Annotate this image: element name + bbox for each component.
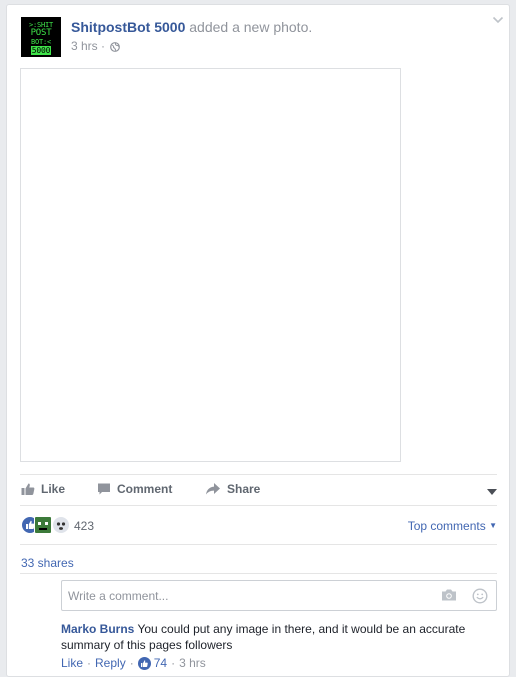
comment-input[interactable] [68,587,428,605]
post-photo[interactable] [20,68,401,462]
author-line: ShitpostBot 5000 added a new photo. [71,19,312,35]
share-label: Share [227,482,261,496]
separator: · [129,656,134,670]
globe-icon[interactable] [110,41,121,55]
chevron-down-icon[interactable] [487,485,497,499]
author-name-link[interactable]: ShitpostBot 5000 [71,19,185,35]
post-header: >:SHIT POST BOT:< 5000 ShitpostBot 5000 … [21,16,504,59]
comment-timestamp[interactable]: 3 hrs [179,656,206,670]
post-timestamp[interactable]: 3 hrs [71,39,98,53]
custom-reaction-icon[interactable] [34,516,52,534]
share-arrow-icon [205,482,221,496]
comment-reply-link[interactable]: Reply [95,656,126,670]
comment-actions: Like · Reply · 74 · 3 hrs [61,656,206,670]
post-action-text: added a new photo. [185,19,313,35]
comment-author-link[interactable]: Marko Burns [61,622,134,636]
post-card: >:SHIT POST BOT:< 5000 ShitpostBot 5000 … [6,4,510,677]
comment-label: Comment [117,482,173,496]
separator: · [87,656,92,670]
like-button[interactable]: Like [21,482,65,496]
post-meta: 3 hrs · [71,39,121,55]
divider [20,573,497,574]
comment-like-link[interactable]: Like [61,656,83,670]
camera-icon[interactable] [441,588,457,605]
comment-like-number: 74 [153,656,168,670]
reaction-count[interactable]: 423 [74,519,94,533]
ghost-reaction-icon[interactable] [52,516,70,534]
share-button[interactable]: Share [205,482,260,496]
comment-icon [97,482,111,496]
avatar-text-line-3: BOT:< [30,37,52,46]
action-bar: Like Comment Share [20,474,497,506]
top-comments-dropdown[interactable]: Top comments ▼ [408,519,497,533]
avatar-text-line-2: POST [30,27,52,38]
comment-box[interactable] [61,580,497,611]
page-avatar[interactable]: >:SHIT POST BOT:< 5000 [21,17,61,57]
comment-item: Marko Burns You could put any image in t… [61,621,497,653]
comment-button[interactable]: Comment [97,482,172,496]
chevron-down-icon[interactable] [491,13,505,30]
divider [20,544,497,545]
like-label: Like [41,482,66,496]
shares-count[interactable]: 33 shares [21,556,74,570]
thumbs-up-icon [21,482,35,496]
emoji-icon[interactable] [472,588,488,607]
avatar-text-line-4: 5000 [30,45,52,55]
meta-separator: · [97,39,109,53]
caret-down-icon: ▼ [489,521,497,530]
thumbs-up-icon [137,656,151,670]
comment-like-count[interactable]: 74 [137,656,168,670]
reactions-row: 423 Top comments ▼ [21,516,497,536]
top-comments-label: Top comments [407,519,486,533]
separator: · [171,656,176,670]
